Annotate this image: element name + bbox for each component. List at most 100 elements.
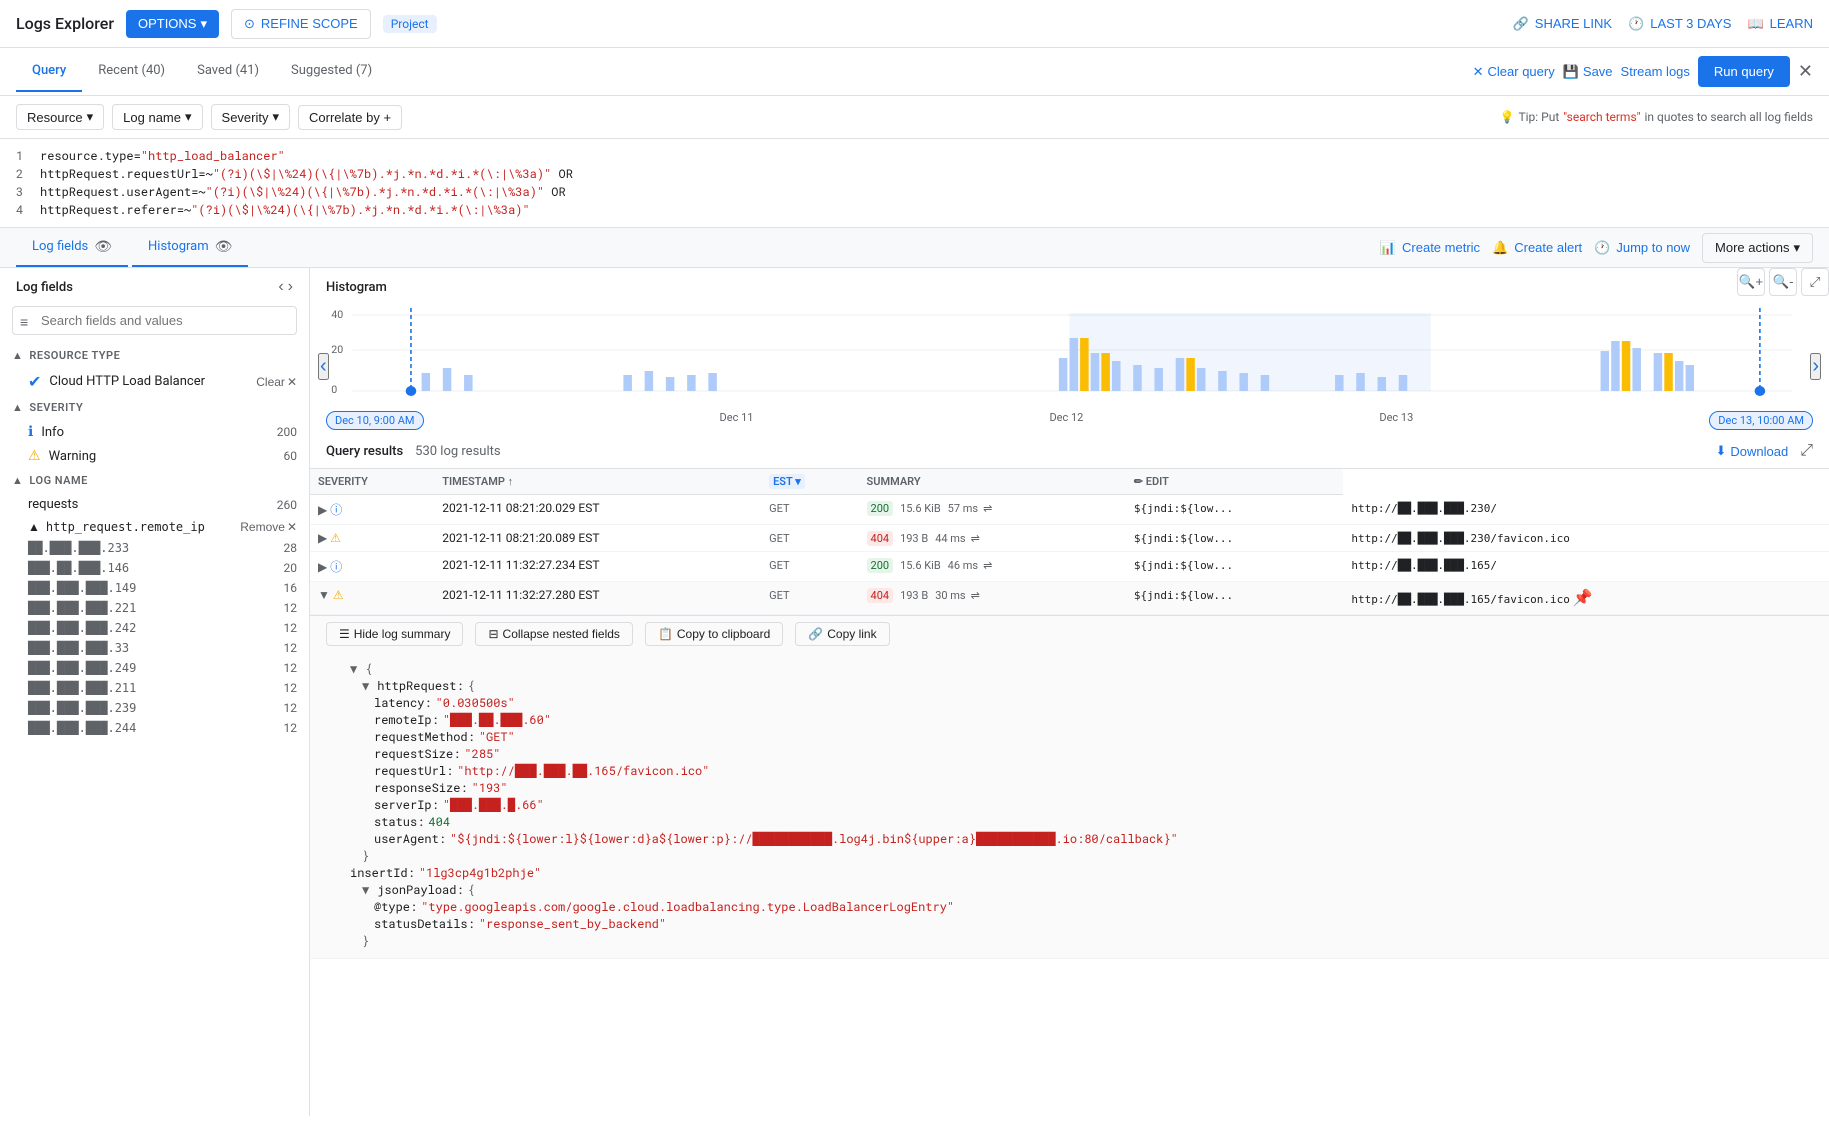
histogram-prev-button[interactable]: ‹ [318, 353, 329, 380]
col-est: EST ▾ [761, 469, 858, 495]
last-3-days-button[interactable]: 🕐 LAST 3 DAYS [1628, 16, 1731, 32]
refine-scope-button[interactable]: ⊙ REFINE SCOPE [231, 9, 371, 39]
resource-type-section[interactable]: ▲ RESOURCE TYPE [0, 343, 309, 368]
view-tab-log-fields[interactable]: Log fields 👁 [16, 229, 128, 267]
collapse-icon: ⊟ [488, 627, 498, 641]
list-item[interactable]: ███.██.███.146 20 [0, 558, 309, 578]
options-button[interactable]: OPTIONS ▾ [126, 10, 219, 38]
svg-text:20: 20 [331, 343, 343, 356]
panel-nav-next[interactable]: › [288, 278, 293, 296]
zoom-in-button[interactable]: 🔍+ [1737, 268, 1765, 296]
stream-logs-button[interactable]: Stream logs [1621, 64, 1690, 79]
collapse-icon: ▲ [12, 349, 23, 362]
search-fields-container: ≡ [12, 306, 297, 335]
expand-arrow[interactable]: ▼ [350, 661, 357, 677]
remote-ip-section[interactable]: ▲ http_request.remote_ip Remove ✕ [0, 516, 309, 538]
zoom-out-button[interactable]: 🔍- [1769, 268, 1797, 296]
severity-info-icon: ⓘ [330, 560, 342, 574]
list-item[interactable]: ███.███.███.239 12 [0, 698, 309, 718]
timeline-dec13-label: Dec 13 [1379, 411, 1413, 430]
severity-warning-count: 60 [284, 449, 298, 463]
col-edit[interactable]: ✏ EDIT [1126, 469, 1344, 495]
download-button[interactable]: ⬇ Download [1715, 443, 1788, 459]
row-expand-button[interactable]: ▶ [318, 503, 327, 517]
clear-resource-button[interactable]: Clear ✕ [256, 375, 297, 389]
table-row[interactable]: ▶ ⚠ 2021-12-11 08:21:20.089 EST GET 404 … [310, 525, 1829, 552]
severity-warning-label: Warning [49, 449, 284, 464]
panel-nav-prev[interactable]: ‹ [278, 278, 283, 296]
download-icon: ⬇ [1715, 443, 1726, 459]
list-item[interactable]: ███.███.███.149 16 [0, 578, 309, 598]
tab-recent[interactable]: Recent (40) [82, 51, 181, 92]
copy-link-button[interactable]: 🔗 Copy link [795, 622, 889, 646]
resource-filter[interactable]: Resource ▾ [16, 104, 104, 130]
learn-button[interactable]: 📖 LEARN [1747, 16, 1813, 32]
list-item[interactable]: ███.███.███.242 12 [0, 618, 309, 638]
expand-chart-button[interactable]: ⤢ [1801, 268, 1829, 296]
resource-type-item[interactable]: ✔ Cloud HTTP Load Balancer Clear ✕ [0, 368, 309, 395]
log-name-filter[interactable]: Log name ▾ [112, 104, 202, 130]
close-button[interactable]: ✕ [1798, 61, 1813, 82]
query-bar: Query Recent (40) Saved (41) Suggested (… [0, 48, 1829, 96]
table-row[interactable]: ▶ ⓘ 2021-12-11 08:21:20.029 EST GET 200 … [310, 495, 1829, 525]
info-icon: ℹ [28, 424, 33, 440]
create-alert-button[interactable]: 🔔 Create alert [1492, 240, 1582, 256]
list-item[interactable]: ███.███.███.33 12 [0, 638, 309, 658]
save-button[interactable]: 💾 Save [1563, 64, 1613, 80]
tab-suggested[interactable]: Suggested (7) [275, 51, 388, 92]
search-fields-input[interactable] [12, 306, 297, 335]
list-item[interactable]: ██.███.███.233 28 [0, 538, 309, 558]
create-metric-button[interactable]: 📊 Create metric [1380, 240, 1480, 256]
clock-icon: 🕐 [1628, 16, 1644, 32]
table-row[interactable]: ▶ ⓘ 2021-12-11 11:32:27.234 EST GET 200 … [310, 552, 1829, 582]
expand-arrow[interactable]: ▼ [362, 678, 369, 694]
log-name-section[interactable]: ▲ LOG NAME [0, 468, 309, 493]
est-badge[interactable]: EST ▾ [769, 474, 805, 489]
tab-saved[interactable]: Saved (41) [181, 51, 275, 92]
severity-info-item[interactable]: ℹ Info 200 [0, 420, 309, 444]
copy-to-clipboard-button[interactable]: 📋 Copy to clipboard [645, 622, 783, 646]
link-icon: 🔗 [1513, 16, 1529, 32]
list-item[interactable]: ███.███.███.244 12 [0, 718, 309, 738]
code-line-2: 2 httpRequest.requestUrl=~"(?i)(\$|\%24)… [0, 165, 1829, 183]
collapse-nested-button[interactable]: ⊟ Collapse nested fields [475, 622, 632, 646]
correlate-by-filter[interactable]: Correlate by + [298, 105, 402, 130]
code-line-1: 1 resource.type="http_load_balancer" [0, 147, 1829, 165]
save-icon: 💾 [1563, 64, 1579, 80]
tip-search-terms: "search terms" [1563, 110, 1640, 124]
timestamp-cell: 2021-12-11 08:21:20.089 EST [434, 525, 761, 552]
share-link-button[interactable]: 🔗 SHARE LINK [1513, 16, 1613, 32]
severity-filter[interactable]: Severity ▾ [211, 104, 291, 130]
log-name-label: requests [28, 497, 277, 512]
severity-section[interactable]: ▲ SEVERITY [0, 395, 309, 420]
severity-info-label: Info [41, 425, 276, 440]
results-scroll[interactable]: SEVERITY TIMESTAMP ↑ EST ▾ SUMMARY ✏ EDI… [310, 469, 1829, 1116]
view-tab-histogram[interactable]: Histogram 👁 [132, 229, 248, 267]
log-name-requests-item[interactable]: requests 260 [0, 493, 309, 516]
list-item[interactable]: ███.███.███.211 12 [0, 678, 309, 698]
code-editor[interactable]: 1 resource.type="http_load_balancer" 2 h… [0, 139, 1829, 228]
pin-button[interactable]: 📌 [1573, 588, 1593, 608]
row-expand-button[interactable]: ▶ [318, 560, 327, 574]
remove-remote-ip-button[interactable]: Remove ✕ [240, 520, 297, 534]
url-cell: http://██.███.███.165/favicon.ico [1351, 593, 1570, 606]
target-icon: ⊙ [244, 16, 255, 32]
clear-query-button[interactable]: ✕ Clear query [1473, 64, 1555, 80]
severity-warning-item[interactable]: ⚠ Warning 60 [0, 444, 309, 468]
list-item[interactable]: ███.███.███.249 12 [0, 658, 309, 678]
more-actions-button[interactable]: More actions ▾ [1702, 233, 1813, 263]
jump-to-now-button[interactable]: 🕐 Jump to now [1594, 240, 1690, 256]
status-cell: 404 193 B 44 ms ⇌ [859, 525, 1126, 552]
tab-query[interactable]: Query [16, 51, 82, 92]
expand-arrow[interactable]: ▼ [362, 882, 369, 898]
row-expand-button[interactable]: ▼ [318, 588, 330, 602]
histogram-next-button[interactable]: › [1810, 353, 1821, 380]
hide-log-summary-button[interactable]: ☰ Hide log summary [326, 622, 463, 646]
list-item[interactable]: ███.███.███.221 12 [0, 598, 309, 618]
run-query-button[interactable]: Run query [1698, 56, 1790, 87]
col-timestamp[interactable]: TIMESTAMP ↑ [434, 469, 761, 495]
expand-results-button[interactable]: ⤢ [1800, 442, 1813, 460]
row-expand-button[interactable]: ▶ [318, 531, 327, 545]
svg-text:0: 0 [331, 383, 337, 396]
table-row[interactable]: ▼ ⚠ 2021-12-11 11:32:27.280 EST GET 404 … [310, 582, 1829, 615]
